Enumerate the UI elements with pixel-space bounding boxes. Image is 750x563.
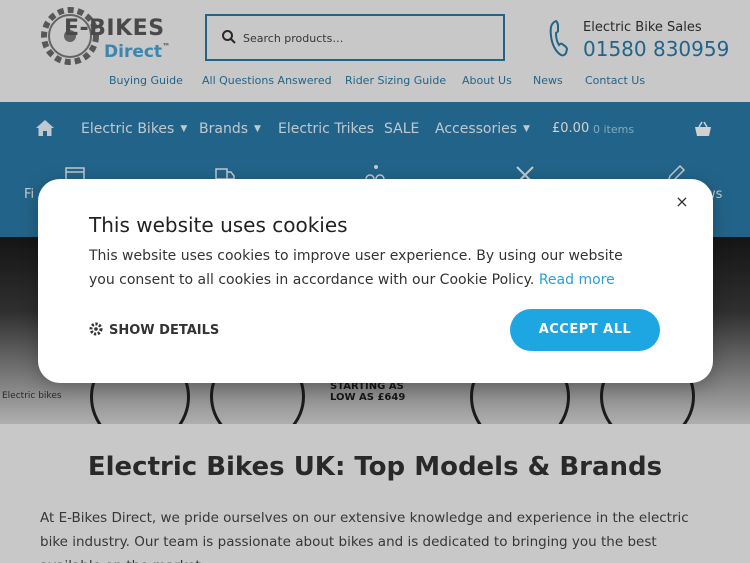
read-more-link[interactable]: Read more: [539, 272, 615, 288]
show-details-button[interactable]: SHOW DETAILS: [89, 322, 219, 340]
close-icon[interactable]: ×: [674, 193, 690, 211]
cookie-dialog-text: This website uses cookies to improve use…: [89, 248, 623, 288]
cookie-consent-dialog: This website uses cookies × This website…: [38, 179, 713, 383]
accept-all-button[interactable]: ACCEPT ALL: [510, 309, 660, 351]
cookie-dialog-title: This website uses cookies: [89, 213, 348, 237]
gear-icon: [89, 322, 103, 336]
